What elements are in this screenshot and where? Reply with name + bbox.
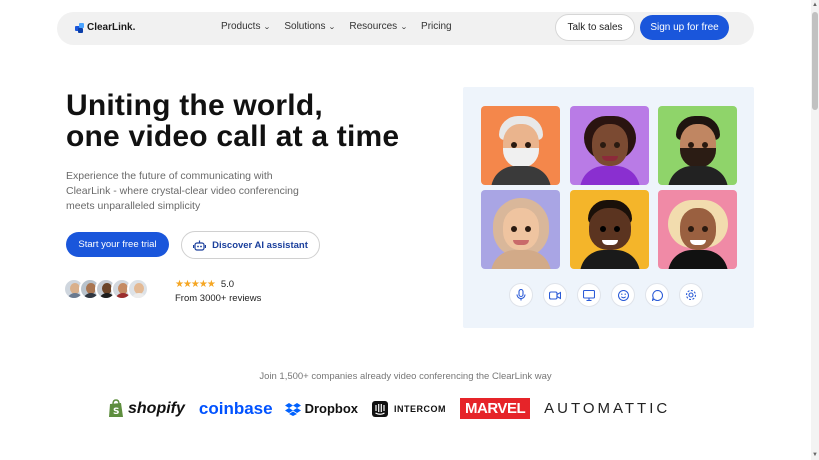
- microphone-icon[interactable]: [509, 283, 533, 307]
- rating: ★★★★★ 5.0: [175, 279, 234, 290]
- companies-intro: Join 1,500+ companies already video conf…: [259, 371, 552, 382]
- talk-to-sales-button[interactable]: Talk to sales: [555, 14, 635, 41]
- brand-logo[interactable]: ClearLink.: [75, 22, 135, 33]
- participant-tile[interactable]: [481, 190, 560, 269]
- company-logos: S shopify coinbase Dropbox INTERCOM MARV…: [108, 398, 670, 419]
- start-trial-button[interactable]: Start your free trial: [66, 232, 169, 257]
- shopify-wordmark: shopify: [128, 399, 185, 417]
- call-controls: [509, 283, 703, 307]
- nav-links: Products ⌄ Solutions ⌄ Resources ⌄ Prici…: [221, 21, 452, 32]
- nav-solutions-label: Solutions: [284, 21, 326, 32]
- shopify-bag-icon: S: [109, 399, 123, 417]
- chevron-down-icon: ⌄: [263, 23, 272, 31]
- nav-pricing[interactable]: Pricing: [421, 21, 452, 32]
- hero-title-line1: Uniting the world,: [66, 89, 323, 122]
- chevron-down-icon: ⌄: [400, 23, 408, 31]
- discover-ai-label: Discover AI assistant: [212, 239, 308, 251]
- nav-pricing-label: Pricing: [421, 21, 452, 32]
- logo-icon: [75, 23, 84, 33]
- participant-tile[interactable]: [570, 106, 649, 185]
- marvel-logo: MARVEL: [460, 398, 531, 419]
- scrollbar-thumb[interactable]: [812, 12, 818, 110]
- scroll-down-icon[interactable]: ▼: [812, 452, 818, 458]
- nav-solutions[interactable]: Solutions ⌄: [284, 21, 337, 32]
- automattic-logo: AUTOMATTIC: [544, 400, 671, 417]
- robot-icon: [193, 240, 207, 251]
- hero-subtitle: Experience the future of communicating w…: [66, 170, 299, 212]
- participant-tile[interactable]: [658, 190, 737, 269]
- dropbox-wordmark: Dropbox: [304, 401, 359, 416]
- intercom-logo: INTERCOM: [372, 400, 447, 417]
- participant-tile[interactable]: [481, 106, 560, 185]
- scroll-up-icon[interactable]: ▲: [812, 2, 818, 8]
- nav-products[interactable]: Products ⌄: [221, 21, 272, 32]
- top-navbar: ClearLink. Products ⌄ Solutions ⌄ Resour…: [57, 12, 754, 45]
- rating-score: 5.0: [220, 279, 235, 290]
- nav-resources-label: Resources: [349, 21, 398, 32]
- hero-title: Uniting the world, one video call at a t…: [66, 90, 399, 152]
- discover-ai-button[interactable]: Discover AI assistant: [181, 231, 320, 259]
- chevron-down-icon: ⌄: [328, 23, 337, 31]
- shopify-logo: S shopify: [108, 399, 185, 418]
- intercom-wordmark: INTERCOM: [394, 403, 447, 414]
- svg-text:S: S: [113, 407, 119, 417]
- review-count: From 3000+ reviews: [175, 293, 262, 304]
- camera-icon[interactable]: [543, 283, 567, 307]
- chat-icon[interactable]: [645, 283, 669, 307]
- emoji-icon[interactable]: [611, 283, 635, 307]
- page-scrollbar[interactable]: ▲ ▼: [811, 0, 819, 460]
- participant-tile[interactable]: [658, 106, 737, 185]
- coinbase-logo: coinbase: [198, 398, 273, 418]
- nav-resources[interactable]: Resources ⌄: [349, 21, 408, 32]
- participant-tile[interactable]: [570, 190, 649, 269]
- intercom-icon: [372, 400, 389, 417]
- sign-up-button[interactable]: Sign up for free: [640, 15, 729, 40]
- settings-icon[interactable]: [679, 283, 703, 307]
- reviewer-avatars: [63, 278, 149, 300]
- avatar: [127, 278, 149, 300]
- brand-name: ClearLink.: [87, 22, 136, 33]
- stars-icon: ★★★★★: [175, 279, 216, 290]
- screen-share-icon[interactable]: [577, 283, 601, 307]
- dropbox-logo: Dropbox: [284, 401, 359, 416]
- hero-title-line2: one video call at a time: [66, 120, 400, 153]
- dropbox-icon: [284, 402, 301, 416]
- nav-products-label: Products: [221, 21, 261, 32]
